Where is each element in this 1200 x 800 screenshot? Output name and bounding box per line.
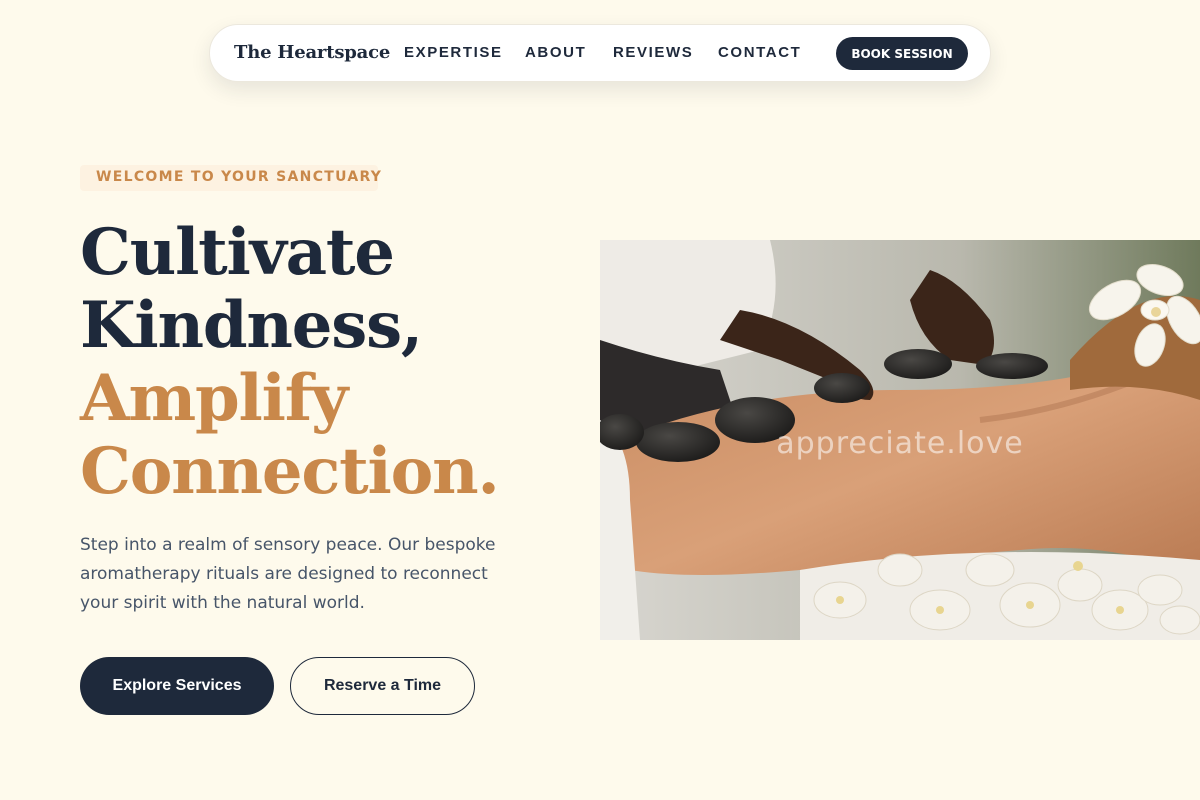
headline-line-1: Cultivate (80, 215, 395, 290)
headline-line-4: Connection. (80, 434, 500, 509)
nav-link-expertise[interactable]: EXPERTISE (404, 44, 503, 61)
headline-line-2: Kindness, (80, 288, 423, 363)
eyebrow-badge: WELCOME TO YOUR SANCTUARY (80, 165, 381, 191)
brand-logo[interactable]: The Heartspace (234, 42, 390, 63)
eyebrow-text: WELCOME TO YOUR SANCTUARY (96, 169, 383, 185)
landing-page: The Heartspace EXPERTISE ABOUT REVIEWS C… (0, 0, 1200, 800)
top-navigation: The Heartspace EXPERTISE ABOUT REVIEWS C… (209, 24, 991, 82)
hero-headline: Cultivate Kindness, Amplify Connection. (80, 216, 580, 508)
headline-line-3: Amplify (80, 361, 348, 436)
book-session-button[interactable]: BOOK SESSION (836, 37, 968, 70)
hero-description: Step into a realm of sensory peace. Our … (80, 535, 496, 613)
explore-services-button[interactable]: Explore Services (80, 657, 274, 715)
hero-image: appreciate.love (600, 240, 1200, 640)
image-watermark: appreciate.love (776, 426, 1024, 461)
nav-link-reviews[interactable]: REVIEWS (613, 44, 693, 61)
nav-link-about[interactable]: ABOUT (525, 44, 586, 61)
nav-link-contact[interactable]: CONTACT (718, 44, 801, 61)
reserve-time-button[interactable]: Reserve a Time (290, 657, 475, 715)
